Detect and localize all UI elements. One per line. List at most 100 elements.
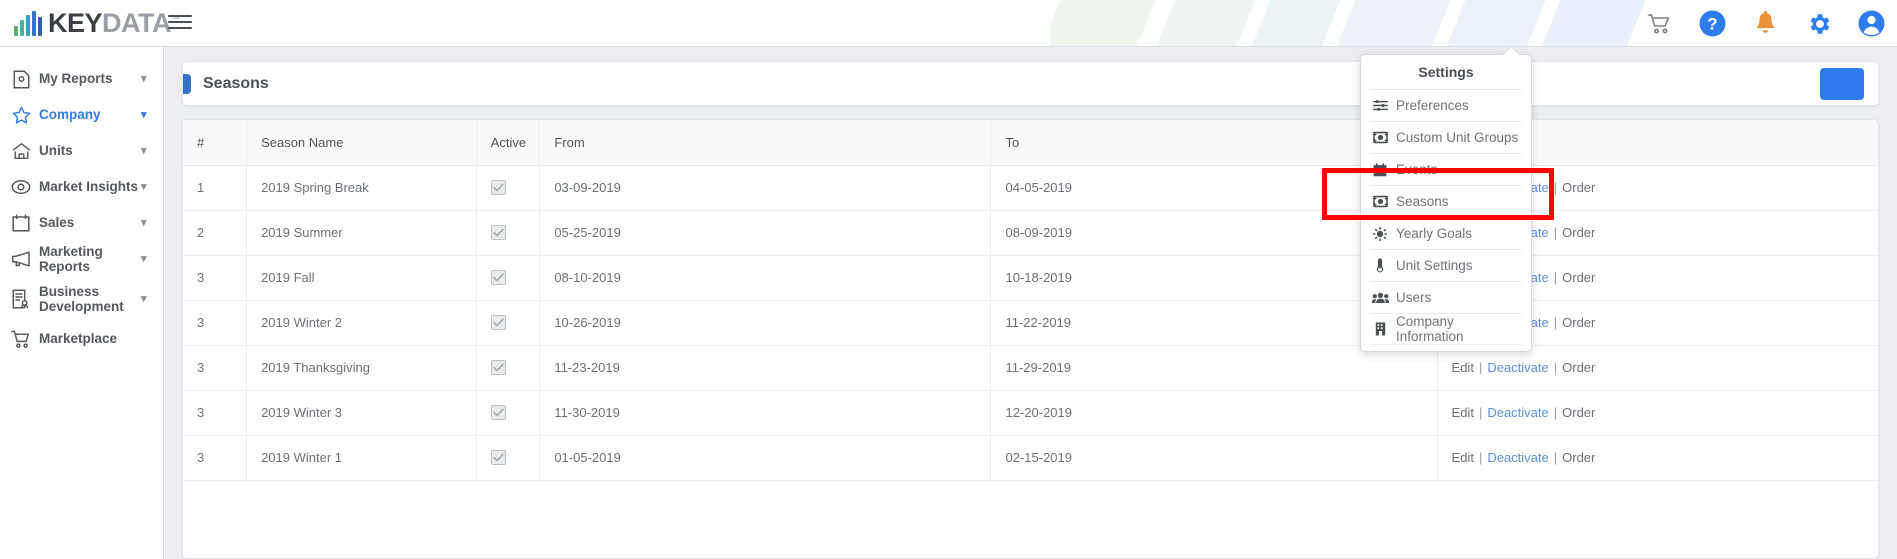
cell-to: 02-15-2019 [990,435,1438,481]
cell-active [476,255,541,301]
sidebar-item-market-insights[interactable]: Market Insights ▾ [0,169,163,205]
cell-active [476,210,541,256]
chevron-down-icon[interactable]: ▾ [141,293,155,305]
action-separator: | [1553,405,1558,420]
chevron-down-icon[interactable]: ▾ [141,253,155,265]
settings-item-label: Users [1396,290,1432,305]
notifications-bell-icon[interactable] [1752,10,1779,37]
cell-season-name: 2019 Winter 2 [246,300,477,346]
season-icon [1370,195,1390,208]
table-row[interactable]: 3 2019 Thanksgiving 11-23-2019 11-29-201… [183,345,1878,391]
column-header-season-name[interactable]: Season Name [246,120,477,166]
edit-link[interactable]: Edit [1452,360,1474,375]
settings-item-custom-unit-groups[interactable]: Custom Unit Groups [1370,121,1522,153]
chevron-down-icon[interactable]: ▾ [141,145,155,157]
order-link[interactable]: Order [1562,450,1595,465]
user-avatar-icon[interactable] [1858,10,1885,37]
column-header-active[interactable]: Active [476,120,541,166]
settings-item-preferences[interactable]: Preferences [1370,89,1522,121]
page-title-card: Seasons [182,61,1879,106]
help-icon[interactable]: ? [1699,10,1726,37]
cell-number: 3 [183,255,248,301]
order-link[interactable]: Order [1562,405,1595,420]
table-row[interactable]: 1 2019 Spring Break 03-09-2019 04-05-201… [183,165,1878,211]
sidebar-item-units[interactable]: Units ▾ [0,133,163,169]
order-link[interactable]: Order [1562,360,1595,375]
sidebar-item-label: Business Development [39,283,124,314]
chevron-down-icon[interactable]: ▾ [141,217,155,229]
edit-link[interactable]: Edit [1452,450,1474,465]
brand-data-text: DATA [102,7,172,38]
active-checkbox[interactable] [490,360,506,375]
action-separator: | [1553,270,1558,285]
cell-number: 1 [183,165,248,211]
cart-icon[interactable] [1646,10,1673,37]
settings-item-unit-settings[interactable]: Unit Settings [1370,249,1522,281]
app-logo[interactable]: KEYDATA™ [14,6,180,40]
settings-item-label: Seasons [1396,194,1449,209]
deactivate-link[interactable]: Deactivate [1487,405,1548,420]
sidebar-item-my-reports[interactable]: My Reports ▾ [0,61,163,97]
sidebar-item-company[interactable]: Company ▾ [0,97,163,133]
cell-active [476,435,541,481]
table-row[interactable]: 3 2019 Fall 08-10-2019 10-18-2019 Edit|D… [183,255,1878,301]
cell-number: 2 [183,210,248,256]
sidebar-navigation: My Reports ▾ Company ▾ Units ▾ Market In… [0,47,164,559]
sidebar-item-business-development[interactable]: Business Development ▾ [0,277,163,321]
settings-item-company-information[interactable]: Company Information [1370,313,1522,345]
column-header-from[interactable]: From [539,120,992,166]
cell-from: 05-25-2019 [539,210,992,256]
home-icon [8,140,34,162]
add-season-button[interactable] [1820,67,1864,100]
header-decorative-stripes [1050,0,1670,46]
settings-item-label: Events [1396,162,1438,177]
settings-item-label: Company Information [1396,314,1464,344]
seasons-table: # Season Name Active From To 1 2019 Spri… [183,120,1878,481]
active-checkbox[interactable] [490,405,506,420]
table-row[interactable]: 3 2019 Winter 3 11-30-2019 12-20-2019 Ed… [183,390,1878,436]
cell-season-name: 2019 Winter 3 [246,390,477,436]
cell-season-name: 2019 Thanksgiving [246,345,477,391]
active-checkbox[interactable] [490,270,506,285]
hamburger-menu-icon[interactable] [168,11,192,33]
settings-item-seasons[interactable]: Seasons [1370,185,1522,217]
sidebar-item-label: Marketplace [39,331,118,347]
building-icon [1370,322,1390,336]
sidebar-item-marketing-reports[interactable]: Marketing Reports ▾ [0,241,163,277]
cell-number: 3 [183,435,248,481]
edit-link[interactable]: Edit [1452,405,1474,420]
seasons-table-card: # Season Name Active From To 1 2019 Spri… [182,119,1879,559]
table-row[interactable]: 2 2019 Summer 05-25-2019 08-09-2019 Edit… [183,210,1878,256]
cell-season-name: 2019 Summer [246,210,477,256]
order-link[interactable]: Order [1562,180,1595,195]
settings-item-yearly-goals[interactable]: Yearly Goals [1370,217,1522,249]
order-link[interactable]: Order [1562,315,1595,330]
action-separator: | [1553,450,1558,465]
sidebar-item-marketplace[interactable]: Marketplace [0,321,163,357]
cell-active [476,165,541,211]
cell-season-name: 2019 Fall [246,255,477,301]
order-link[interactable]: Order [1562,270,1595,285]
eye-icon [8,176,34,198]
settings-item-users[interactable]: Users [1370,281,1522,313]
deactivate-link[interactable]: Deactivate [1487,450,1548,465]
settings-item-events[interactable]: Events [1370,153,1522,185]
chevron-down-icon[interactable]: ▾ [141,109,155,121]
active-checkbox[interactable] [490,180,506,195]
cell-season-name: 2019 Spring Break [246,165,477,211]
chevron-down-icon[interactable]: ▾ [141,181,155,193]
column-header-number[interactable]: # [183,120,248,166]
settings-item-label: Yearly Goals [1396,226,1473,241]
order-link[interactable]: Order [1562,225,1595,240]
deactivate-link[interactable]: Deactivate [1487,360,1548,375]
sidebar-item-label: Market Insights [39,179,139,195]
shopping-cart-icon [8,328,34,350]
active-checkbox[interactable] [490,225,506,240]
active-checkbox[interactable] [490,315,506,330]
table-row[interactable]: 3 2019 Winter 1 01-05-2019 02-15-2019 Ed… [183,435,1878,481]
chevron-down-icon[interactable]: ▾ [141,73,155,85]
sidebar-item-sales[interactable]: Sales ▾ [0,205,163,241]
settings-gear-icon[interactable] [1805,10,1832,37]
table-row[interactable]: 3 2019 Winter 2 10-26-2019 11-22-2019 Ed… [183,300,1878,346]
active-checkbox[interactable] [490,450,506,465]
